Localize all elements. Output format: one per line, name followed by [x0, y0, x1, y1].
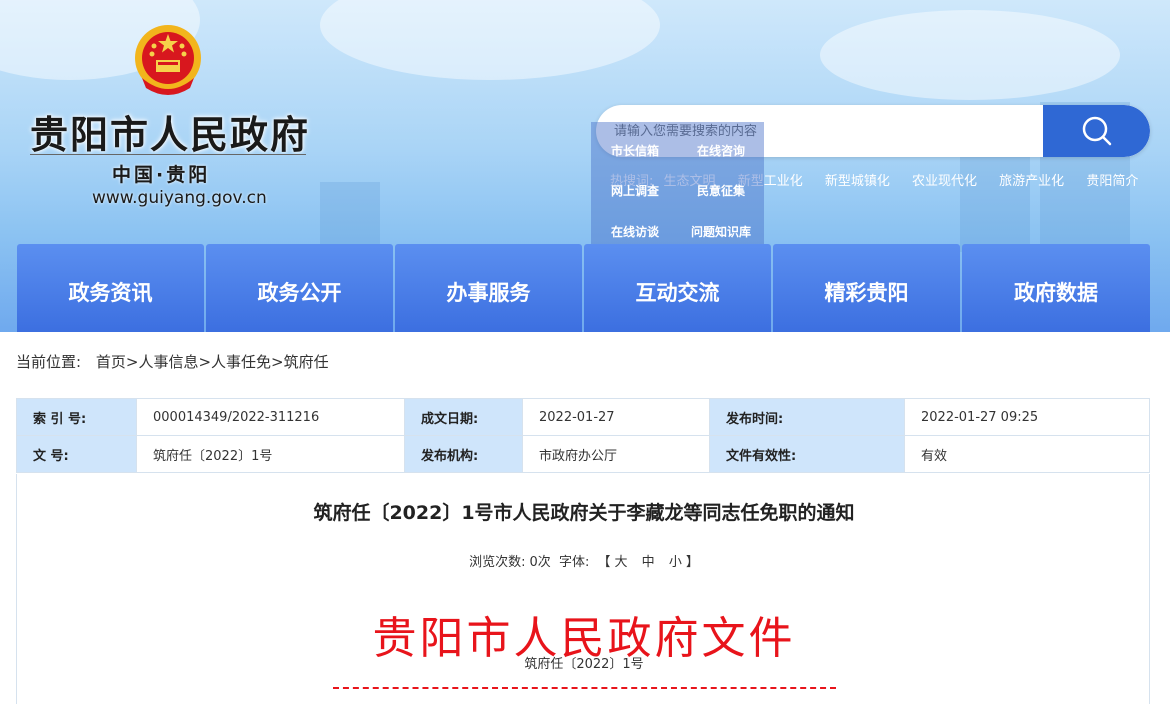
article-title: 筑府任〔2022〕1号市人民政府关于李藏龙等同志任免职的通知	[313, 502, 855, 524]
breadcrumb-item-home[interactable]: 首页	[96, 353, 126, 371]
dropdown-item-online-survey[interactable]: 网上调查	[611, 182, 659, 199]
info-value-publisher: 市政府办公厅	[522, 435, 710, 473]
nav-item-government-news[interactable]: 政务资讯	[17, 244, 204, 332]
dropdown-item-opinion-collection[interactable]: 民意征集	[697, 182, 745, 199]
breadcrumb-label: 当前位置:	[16, 353, 82, 371]
info-value-written-date: 2022-01-27	[522, 398, 710, 436]
hot-word-link[interactable]: 新型城镇化	[825, 174, 890, 189]
info-value-doc-number: 筑府任〔2022〕1号	[136, 435, 405, 473]
nav-item-interaction[interactable]: 互动交流	[584, 244, 771, 332]
hot-word-link[interactable]: 旅游产业化	[999, 174, 1064, 189]
search-button[interactable]	[1043, 105, 1150, 157]
info-key-doc-number: 文 号:	[16, 435, 137, 473]
document-number: 筑府任〔2022〕1号	[524, 657, 644, 672]
breadcrumb-item-personnel[interactable]: 人事信息	[138, 353, 198, 371]
breadcrumb-item-current[interactable]: 筑府任	[284, 353, 329, 371]
red-divider	[333, 687, 836, 689]
dropdown-item-online-interview[interactable]: 在线访谈	[611, 223, 659, 240]
dropdown-item-mayor-mailbox[interactable]: 市长信箱	[611, 142, 659, 159]
breadcrumb-separator: >	[125, 353, 139, 371]
info-value-validity: 有效	[904, 435, 1150, 473]
hot-word-link[interactable]: 贵阳简介	[1086, 174, 1138, 189]
font-size-bracket-open: 【	[597, 555, 611, 570]
font-size-large-button[interactable]: 大	[615, 555, 628, 570]
dropdown-item-faq-library[interactable]: 问题知识库	[691, 223, 751, 240]
nav-item-government-data[interactable]: 政府数据	[962, 244, 1150, 332]
breadcrumb-item-appointments[interactable]: 人事任免	[211, 353, 271, 371]
breadcrumb-separator: >	[198, 353, 212, 371]
hot-word-link[interactable]: 农业现代化	[912, 174, 977, 189]
document-info-table: 索 引 号: 000014349/2022-311216 成文日期: 2022-…	[16, 398, 1150, 473]
font-size-small-button[interactable]: 小	[669, 555, 682, 570]
info-key-written-date: 成文日期:	[404, 398, 523, 436]
nav-item-services[interactable]: 办事服务	[395, 244, 582, 332]
nav-item-guiyang[interactable]: 精彩贵阳	[773, 244, 960, 332]
cloud-decoration	[820, 10, 1120, 100]
font-size-medium-button[interactable]: 中	[642, 555, 655, 570]
skyline-decoration	[320, 182, 380, 252]
nav-item-government-disclosure[interactable]: 政务公开	[206, 244, 393, 332]
views-count: 0次	[529, 555, 551, 570]
info-key-index: 索 引 号:	[16, 398, 137, 436]
national-emblem-icon	[135, 25, 201, 95]
info-key-validity: 文件有效性:	[709, 435, 905, 473]
search-icon	[1082, 116, 1112, 146]
skyline-decoration	[960, 152, 1030, 252]
cloud-decoration	[320, 0, 660, 80]
article-meta: 浏览次数: 0次 字体: 【大 中 小】	[17, 551, 1151, 570]
article-body: 筑府任〔2022〕1号市人民政府关于李藏龙等同志任免职的通知 浏览次数: 0次 字…	[16, 474, 1150, 704]
views-label: 浏览次数:	[469, 555, 526, 570]
info-key-publish-time: 发布时间:	[709, 398, 905, 436]
breadcrumb-separator: >	[271, 353, 284, 371]
site-name: 贵阳市人民政府	[30, 112, 311, 157]
interaction-dropdown: 市长信箱 在线咨询 网上调查 民意征集 在线访谈 问题知识库	[591, 122, 764, 252]
info-key-publisher: 发布机构:	[404, 435, 523, 473]
info-value-publish-time: 2022-01-27 09:25	[904, 398, 1150, 436]
site-subtitle: 中国·贵阳	[112, 164, 211, 186]
main-nav: 政务资讯 政务公开 办事服务 互动交流 精彩贵阳 政府数据	[0, 244, 1170, 332]
divider	[30, 154, 306, 155]
font-size-label: 字体:	[558, 555, 590, 570]
breadcrumb: 当前位置: 首页>人事信息>人事任免>筑府任	[16, 351, 329, 372]
font-size-bracket-close: 】	[685, 555, 699, 570]
site-url[interactable]: www.guiyang.gov.cn	[92, 188, 267, 208]
dropdown-item-online-consult[interactable]: 在线咨询	[697, 142, 745, 159]
info-value-index: 000014349/2022-311216	[136, 398, 405, 436]
table-row: 文 号: 筑府任〔2022〕1号 发布机构: 市政府办公厅 文件有效性: 有效	[16, 435, 1150, 473]
table-row: 索 引 号: 000014349/2022-311216 成文日期: 2022-…	[16, 398, 1150, 436]
